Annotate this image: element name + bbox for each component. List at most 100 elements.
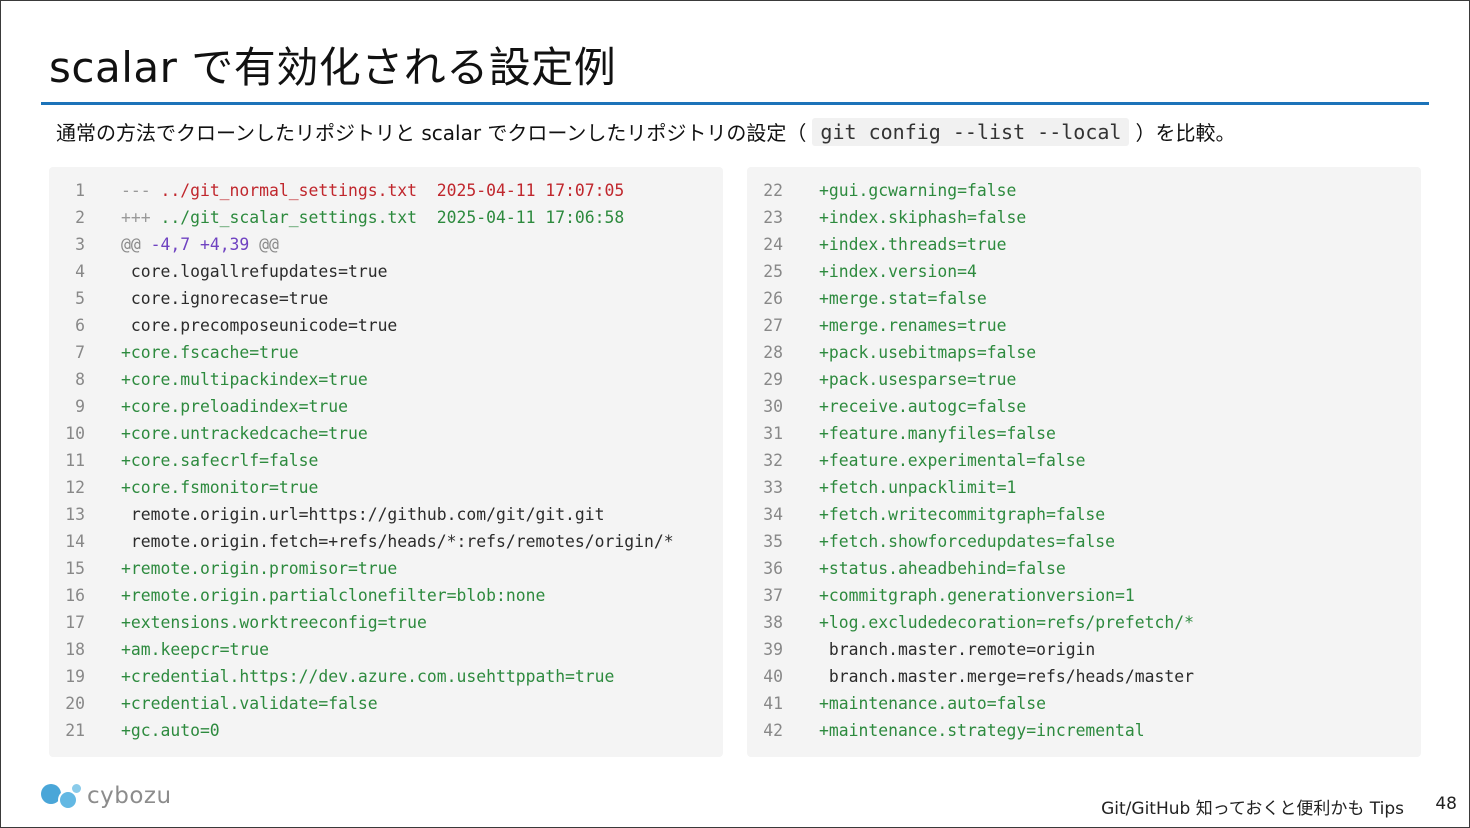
diff-line: 41 +maintenance.auto=false xyxy=(747,690,1046,717)
line-text: +status.aheadbehind=false xyxy=(819,559,1066,578)
diff-line: 36 +status.aheadbehind=false xyxy=(747,555,1066,582)
line-number: 26 xyxy=(763,289,783,308)
line-text: core.ignorecase=true xyxy=(121,289,329,308)
diff-line: 42 +maintenance.strategy=incremental xyxy=(747,717,1144,744)
line-text: core.precomposeunicode=true xyxy=(121,316,398,335)
line-text: +feature.manyfiles=false xyxy=(819,424,1056,443)
line-text: remote.origin.fetch=+refs/heads/*:refs/r… xyxy=(121,532,674,551)
line-text: branch.master.merge=refs/heads/master xyxy=(819,667,1194,686)
line-number: 24 xyxy=(763,235,783,254)
cybozu-logo-icon xyxy=(41,782,81,810)
diff-line: 22 +gui.gcwarning=false xyxy=(747,177,1016,204)
line-number: 10 xyxy=(65,424,85,443)
line-text: @@ -4,7 +4,39 @@ xyxy=(121,235,279,254)
line-number: 8 xyxy=(75,370,85,389)
line-number: 3 xyxy=(75,235,85,254)
line-number: 22 xyxy=(763,181,783,200)
subtitle-inline-code: git config --list --local xyxy=(812,117,1130,146)
diff-line: 30 +receive.autogc=false xyxy=(747,393,1026,420)
diff-line: 5 core.ignorecase=true xyxy=(49,285,328,312)
line-text: +credential.validate=false xyxy=(121,694,378,713)
line-number: 25 xyxy=(763,262,783,281)
line-number: 15 xyxy=(65,559,85,578)
line-number: 13 xyxy=(65,505,85,524)
line-text: +fetch.writecommitgraph=false xyxy=(819,505,1106,524)
line-text: +index.version=4 xyxy=(819,262,977,281)
line-text: +feature.experimental=false xyxy=(819,451,1086,470)
line-number: 30 xyxy=(763,397,783,416)
diff-line: 24 +index.threads=true xyxy=(747,231,1006,258)
line-number: 31 xyxy=(763,424,783,443)
diff-line: 18 +am.keepcr=true xyxy=(49,636,269,663)
diff-panel-left: 1 --- ../git_normal_settings.txt 2025-04-… xyxy=(49,167,723,757)
line-number: 9 xyxy=(75,397,85,416)
line-number: 39 xyxy=(763,640,783,659)
diff-line: 32 +feature.experimental=false xyxy=(747,447,1085,474)
line-number: 23 xyxy=(763,208,783,227)
diff-line: 39 branch.master.remote=origin xyxy=(747,636,1095,663)
line-text: +core.fscache=true xyxy=(121,343,299,362)
diff-line: 1 --- ../git_normal_settings.txt 2025-04-… xyxy=(49,177,624,204)
line-number: 14 xyxy=(65,532,85,551)
hunk-range: -4,7 +4,39 xyxy=(140,235,260,254)
line-number: 32 xyxy=(763,451,783,470)
line-text: +merge.renames=true xyxy=(819,316,1007,335)
diff-line: 14 remote.origin.fetch=+refs/heads/*:ref… xyxy=(49,528,674,555)
line-number: 36 xyxy=(763,559,783,578)
line-text: remote.origin.url=https://github.com/git… xyxy=(121,505,605,524)
diff-line: 9 +core.preloadindex=true xyxy=(49,393,348,420)
diff-line: 12 +core.fsmonitor=true xyxy=(49,474,318,501)
line-text: +maintenance.auto=false xyxy=(819,694,1046,713)
diff-line: 8 +core.multipackindex=true xyxy=(49,366,368,393)
line-number: 4 xyxy=(75,262,85,281)
line-number: 29 xyxy=(763,370,783,389)
diff-line: 13 remote.origin.url=https://github.com/… xyxy=(49,501,605,528)
slide-title: scalar で有効化される設定例 xyxy=(49,43,617,92)
line-text: +log.excludedecoration=refs/prefetch/* xyxy=(819,613,1194,632)
diff-line: 25 +index.version=4 xyxy=(747,258,977,285)
line-text: +fetch.showforcedupdates=false xyxy=(819,532,1116,551)
line-number: 27 xyxy=(763,316,783,335)
line-number: 19 xyxy=(65,667,85,686)
diff-line: 23 +index.skiphash=false xyxy=(747,204,1026,231)
line-number: 5 xyxy=(75,289,85,308)
diff-line: 17 +extensions.worktreeconfig=true xyxy=(49,609,427,636)
line-text: +commitgraph.generationversion=1 xyxy=(819,586,1135,605)
line-number: 21 xyxy=(65,721,85,740)
diff-header-marker: --- xyxy=(121,181,151,200)
diff-line: 19 +credential.https://dev.azure.com.useh… xyxy=(49,663,614,690)
diff-line: 3 @@ -4,7 +4,39 @@ xyxy=(49,231,279,258)
line-number: 12 xyxy=(65,478,85,497)
line-text: +remote.origin.promisor=true xyxy=(121,559,398,578)
diff-line: 35 +fetch.showforcedupdates=false xyxy=(747,528,1115,555)
line-text: +core.safecrlf=false xyxy=(121,451,319,470)
line-text: +core.multipackindex=true xyxy=(121,370,368,389)
line-number: 6 xyxy=(75,316,85,335)
diff-line: 29 +pack.usesparse=true xyxy=(747,366,1016,393)
diff-line: 4 core.logallrefupdates=true xyxy=(49,258,387,285)
logo-wordmark: cybozu xyxy=(87,783,172,809)
diff-line: 2 +++ ../git_scalar_settings.txt 2025-04-… xyxy=(49,204,624,231)
line-text: +credential.https://dev.azure.com.usehtt… xyxy=(121,667,615,686)
diff-line: 20 +credential.validate=false xyxy=(49,690,378,717)
line-text: +pack.usebitmaps=false xyxy=(819,343,1037,362)
diff-line: 38 +log.excludedecoration=refs/prefetch/* xyxy=(747,609,1194,636)
diff-header-marker: +++ xyxy=(121,208,151,227)
line-text: +remote.origin.partialclonefilter=blob:n… xyxy=(121,586,546,605)
diff-line: 37 +commitgraph.generationversion=1 xyxy=(747,582,1135,609)
diff-line: 15 +remote.origin.promisor=true xyxy=(49,555,397,582)
diff-line: 26 +merge.stat=false xyxy=(747,285,987,312)
line-number: 7 xyxy=(75,343,85,362)
line-text: +receive.autogc=false xyxy=(819,397,1027,416)
line-number: 35 xyxy=(763,532,783,551)
line-number: 1 xyxy=(75,181,85,200)
diff-line: 33 +fetch.unpacklimit=1 xyxy=(747,474,1016,501)
line-number: 28 xyxy=(763,343,783,362)
line-number: 20 xyxy=(65,694,85,713)
line-text: +extensions.worktreeconfig=true xyxy=(121,613,427,632)
line-number: 2 xyxy=(75,208,85,227)
diff-line: 28 +pack.usebitmaps=false xyxy=(747,339,1036,366)
line-text: core.logallrefupdates=true xyxy=(121,262,388,281)
line-text: +merge.stat=false xyxy=(819,289,987,308)
line-text: +pack.usesparse=true xyxy=(819,370,1017,389)
